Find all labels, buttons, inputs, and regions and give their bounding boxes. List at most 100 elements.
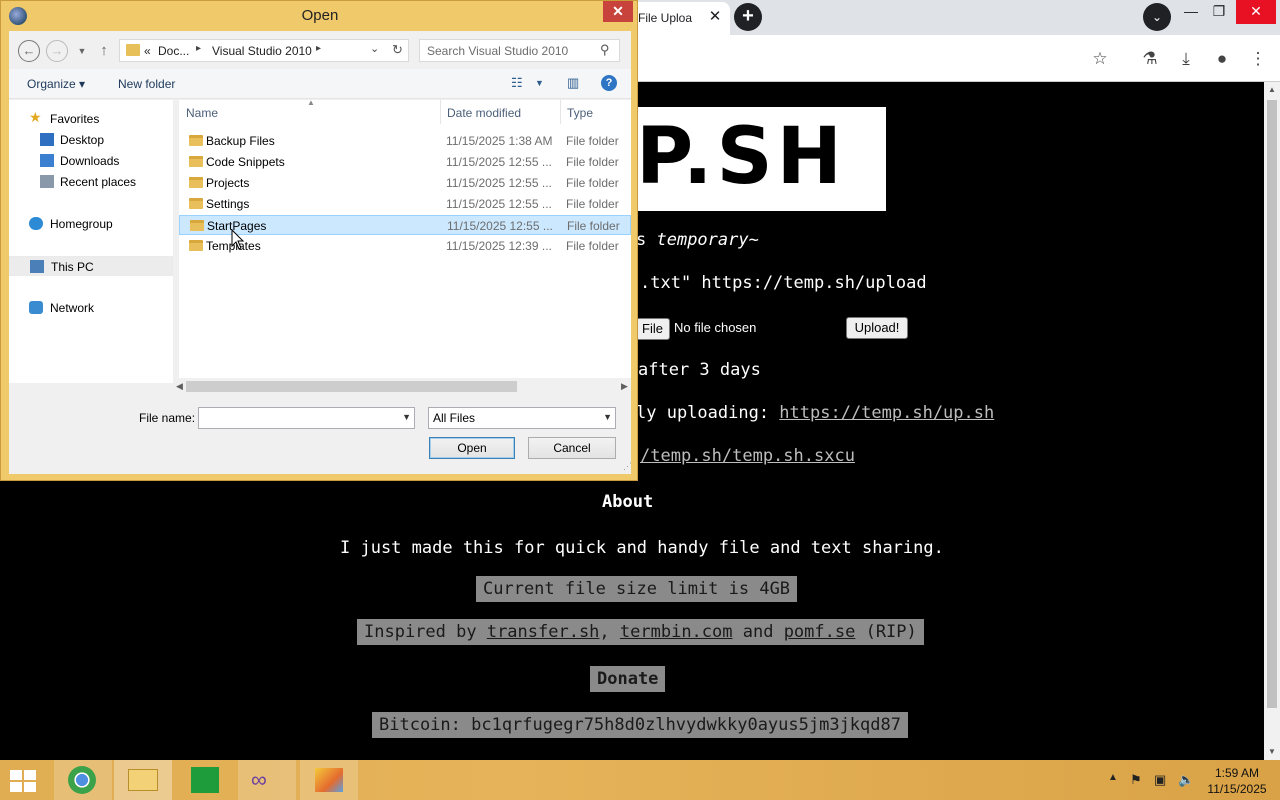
new-tab-button[interactable]: + — [734, 3, 762, 31]
chevron-down-icon[interactable]: ▼ — [402, 412, 411, 422]
file-row[interactable]: Settings 11/15/2025 12:55 ... File folde… — [179, 194, 631, 214]
file-name-input[interactable]: ▼ — [198, 407, 415, 429]
star-icon[interactable]: ☆ — [1088, 47, 1112, 71]
homegroup-icon — [29, 217, 43, 230]
tab-search-button[interactable]: ⌄ — [1143, 3, 1171, 31]
nav-recent-places[interactable]: Recent places — [9, 172, 173, 192]
column-divider[interactable] — [440, 100, 441, 124]
breadcrumb-visual-studio[interactable]: Visual Studio 2010 — [212, 44, 312, 58]
back-icon[interactable]: ← — [18, 40, 40, 62]
minimize-button[interactable]: — — [1176, 0, 1206, 24]
file-row[interactable]: Projects 11/15/2025 12:55 ... File folde… — [179, 173, 631, 193]
forward-icon[interactable]: → — [46, 40, 68, 62]
open-button[interactable]: Open — [429, 437, 515, 459]
close-browser-button[interactable]: ✕ — [1236, 0, 1276, 24]
sxcu-link[interactable]: /temp.sh/temp.sh.sxcu — [640, 446, 855, 466]
new-folder-button[interactable]: New folder — [118, 77, 175, 91]
script-link[interactable]: https://temp.sh/up.sh — [779, 403, 994, 423]
nav-label: Favorites — [50, 112, 100, 126]
menu-icon[interactable]: ⋮ — [1246, 47, 1270, 71]
column-type[interactable]: Type — [567, 106, 593, 120]
termbin-link[interactable]: termbin.com — [620, 622, 733, 642]
network-tray-icon[interactable]: ▣ — [1154, 772, 1166, 788]
volume-muted-icon[interactable]: 🔈 — [1178, 772, 1194, 788]
chevron-right-icon[interactable]: ▸ — [316, 43, 321, 54]
upload-button[interactable]: Upload! — [846, 317, 908, 339]
breadcrumb-overflow[interactable]: « — [144, 44, 151, 58]
pomf-link[interactable]: pomf.se — [784, 622, 856, 642]
restore-button[interactable]: ❐ — [1204, 0, 1234, 24]
file-row[interactable]: Templates 11/15/2025 12:39 ... File fold… — [179, 236, 631, 256]
horizontal-scrollbar[interactable]: ◀ ▶ — [173, 378, 631, 395]
tagline: s temporary~ — [636, 230, 759, 250]
view-dropdown-icon[interactable]: ▼ — [535, 78, 544, 88]
taskbar-file-explorer[interactable] — [114, 760, 172, 800]
organize-menu[interactable]: Organize ▾ — [27, 77, 85, 91]
page-scrollbar[interactable]: ▲ ▼ — [1264, 82, 1280, 760]
start-button[interactable] — [0, 760, 58, 800]
dialog-close-button[interactable]: ✕ — [603, 1, 633, 22]
choose-file-button[interactable]: File — [636, 318, 670, 340]
resize-grip-icon[interactable]: ⋰ — [623, 461, 632, 472]
nav-favorites[interactable]: ★ Favorites — [9, 109, 173, 129]
help-icon[interactable]: ? — [601, 75, 617, 91]
nav-homegroup[interactable]: Homegroup — [9, 214, 173, 234]
nav-network[interactable]: Network — [9, 298, 173, 318]
file-type-filter[interactable]: All Files ▼ — [428, 407, 616, 429]
taskbar-paint[interactable] — [300, 760, 358, 800]
flag-icon[interactable]: ⚑ — [1130, 772, 1142, 788]
breadcrumb-documents[interactable]: Doc... — [158, 44, 189, 58]
flask-icon[interactable]: ⚗ — [1138, 47, 1162, 71]
cancel-button[interactable]: Cancel — [528, 437, 616, 459]
file-row[interactable]: Code Snippets 11/15/2025 12:55 ... File … — [179, 152, 631, 172]
search-icon[interactable]: ⚲ — [600, 42, 610, 58]
download-icon[interactable]: ⤓ — [1174, 47, 1198, 71]
file-date: 11/15/2025 12:55 ... — [447, 219, 553, 233]
show-hidden-icons-icon[interactable]: ▲ — [1108, 772, 1118, 783]
folder-icon — [189, 156, 203, 167]
transfer-sh-link[interactable]: transfer.sh — [487, 622, 600, 642]
search-input[interactable]: Search Visual Studio 2010 ⚲ — [419, 39, 620, 62]
nav-desktop[interactable]: Desktop — [9, 130, 173, 150]
recent-places-icon — [40, 175, 54, 188]
column-name[interactable]: Name — [186, 106, 218, 120]
paint-icon — [315, 768, 343, 792]
file-row-selected[interactable]: StartPages 11/15/2025 12:55 ... File fol… — [179, 215, 631, 235]
file-type: File folder — [566, 176, 619, 190]
nav-downloads[interactable]: Downloads — [9, 151, 173, 171]
profile-icon[interactable]: ● — [1210, 47, 1234, 71]
column-divider[interactable] — [560, 100, 561, 124]
preview-pane-icon[interactable]: ▥ — [567, 75, 579, 91]
chevron-down-icon[interactable]: ⌄ — [370, 42, 379, 55]
taskbar-chrome[interactable] — [54, 760, 112, 800]
chevron-down-icon[interactable]: ▼ — [603, 412, 612, 422]
scroll-right-icon[interactable]: ▶ — [618, 378, 631, 395]
scroll-thumb[interactable] — [1267, 100, 1277, 708]
column-date-modified[interactable]: Date modified — [447, 106, 521, 120]
tagline-prefix: s — [636, 230, 657, 250]
file-row[interactable]: Backup Files 11/15/2025 1:38 AM File fol… — [179, 131, 631, 151]
file-name: Projects — [206, 176, 250, 190]
nav-label: Recent places — [60, 175, 137, 189]
recent-dropdown-icon[interactable]: ▼ — [71, 40, 93, 62]
scroll-left-icon[interactable]: ◀ — [173, 378, 186, 395]
folder-icon — [189, 240, 203, 251]
scroll-thumb[interactable] — [186, 381, 517, 392]
view-options-icon[interactable]: ☷ — [511, 75, 523, 91]
address-bar[interactable]: « Doc... ▸ Visual Studio 2010 ▸ ⌄ ↻ — [119, 39, 409, 62]
tab-temp-sh[interactable]: File Uploa ✕ — [628, 2, 730, 35]
taskbar-store[interactable] — [176, 760, 234, 800]
store-icon — [191, 767, 219, 793]
up-icon[interactable]: ↑ — [93, 40, 115, 62]
sort-ascending-icon: ▲ — [307, 100, 315, 107]
scroll-up-icon[interactable]: ▲ — [1264, 82, 1280, 98]
taskbar-visual-studio[interactable]: ∞ — [238, 760, 296, 800]
file-type: File folder — [566, 239, 619, 253]
tab-close-icon[interactable]: ✕ — [706, 8, 724, 26]
scroll-down-icon[interactable]: ▼ — [1264, 744, 1280, 760]
system-clock[interactable]: 1:59 AM 11/15/2025 — [1200, 765, 1274, 797]
inspired-line: Inspired by transfer.sh, termbin.com and… — [357, 619, 924, 645]
refresh-icon[interactable]: ↻ — [392, 42, 403, 58]
nav-this-pc[interactable]: This PC — [9, 256, 173, 276]
chevron-right-icon[interactable]: ▸ — [196, 43, 201, 54]
